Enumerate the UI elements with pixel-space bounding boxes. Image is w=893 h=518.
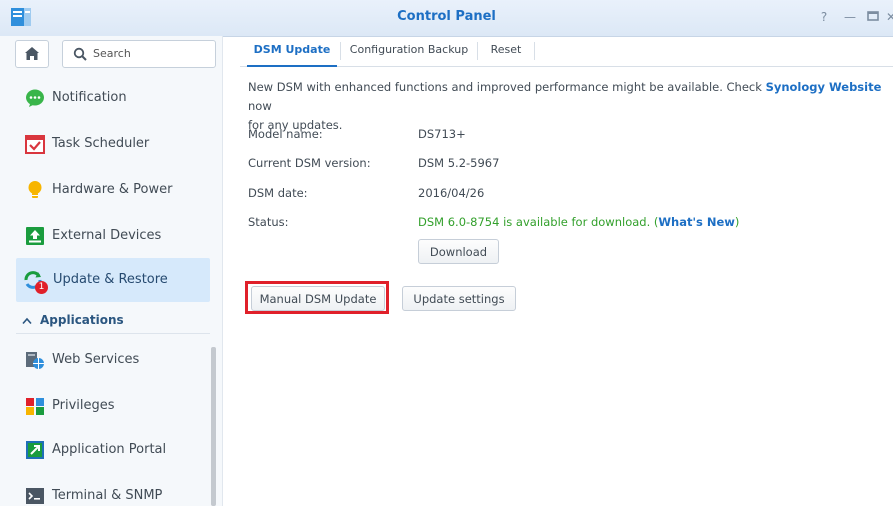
home-button[interactable] xyxy=(15,40,49,68)
sidebar-item-label: Notification xyxy=(52,90,127,105)
help-icon[interactable]: ? xyxy=(817,10,831,24)
sidebar-item-label: Application Portal xyxy=(52,442,167,457)
current-version-value: DSM 5.2-5967 xyxy=(418,156,500,170)
sidebar-item-task-scheduler[interactable]: Task Scheduler xyxy=(16,122,210,166)
tab-configuration-backup[interactable]: Configuration Backup xyxy=(346,36,472,66)
tab-divider xyxy=(477,42,478,60)
tab-divider xyxy=(534,42,535,60)
close-icon[interactable]: ✕ xyxy=(884,10,893,24)
status-text: DSM 6.0-8754 is available for download. … xyxy=(418,215,659,229)
privileges-icon xyxy=(26,398,44,415)
dsm-date-value: 2016/04/26 xyxy=(418,186,485,200)
sidebar-item-label: Task Scheduler xyxy=(52,136,150,151)
sidebar-item-privileges[interactable]: Privileges xyxy=(16,384,210,428)
sidebar: Notification Task Scheduler Hardware & P… xyxy=(0,36,223,506)
intro-sentence: New DSM with enhanced functions and impr… xyxy=(248,80,762,94)
sidebar-item-label: Update & Restore xyxy=(53,272,168,287)
intro-suffix: now xyxy=(248,99,272,113)
calendar-check-icon xyxy=(25,135,45,154)
dsm-date-label: DSM date: xyxy=(248,186,308,200)
sidebar-scrollbar[interactable] xyxy=(211,347,216,506)
status-label: Status: xyxy=(248,215,289,229)
current-version-label: Current DSM version: xyxy=(248,156,371,170)
update-badge: 1 xyxy=(35,281,48,294)
home-icon xyxy=(25,47,39,60)
whats-new-link[interactable]: What's New xyxy=(658,215,735,229)
sidebar-item-label: Terminal & SNMP xyxy=(52,488,163,503)
sidebar-item-label: Hardware & Power xyxy=(52,182,173,197)
update-settings-button[interactable]: Update settings xyxy=(402,286,516,311)
maximize-icon[interactable] xyxy=(866,10,880,24)
sidebar-item-label: Privileges xyxy=(52,398,115,413)
sidebar-item-application-portal[interactable]: Application Portal xyxy=(16,428,210,472)
model-name-value: DS713+ xyxy=(418,127,466,141)
model-name-label: Model name: xyxy=(248,127,323,141)
sidebar-item-notification[interactable]: Notification xyxy=(16,76,210,120)
chevron-up-icon xyxy=(22,317,32,325)
sidebar-item-web-services[interactable]: Web Services xyxy=(16,338,210,382)
sidebar-item-label: External Devices xyxy=(52,228,162,243)
search-box[interactable] xyxy=(62,40,216,68)
sidebar-item-label: Web Services xyxy=(52,352,140,367)
tab-bar: DSM Update Configuration Backup Reset xyxy=(240,36,893,67)
window-title: Control Panel xyxy=(397,9,496,24)
notification-icon xyxy=(26,89,44,107)
intro-text: New DSM with enhanced functions and impr… xyxy=(248,78,884,135)
sidebar-item-external-devices[interactable]: External Devices xyxy=(16,214,210,258)
section-label: Applications xyxy=(40,313,124,327)
tab-divider xyxy=(340,42,341,60)
sidebar-item-hardware-power[interactable]: Hardware & Power xyxy=(16,168,210,212)
external-device-icon xyxy=(26,227,44,245)
search-icon xyxy=(73,47,87,61)
title-bar: Control Panel ? — ✕ xyxy=(0,0,893,37)
sidebar-item-update-restore[interactable]: 1 Update & Restore xyxy=(16,258,210,302)
sidebar-item-terminal-snmp[interactable]: Terminal & SNMP xyxy=(16,474,210,518)
search-input[interactable] xyxy=(93,45,208,62)
terminal-icon xyxy=(26,488,44,504)
minimize-icon[interactable]: — xyxy=(843,10,857,24)
download-button[interactable]: Download xyxy=(418,239,499,264)
lightbulb-icon xyxy=(28,181,42,198)
highlight-box xyxy=(245,281,389,314)
tab-dsm-update[interactable]: DSM Update xyxy=(247,36,337,67)
synology-website-link[interactable]: Synology Website xyxy=(766,80,882,94)
application-portal-icon xyxy=(26,441,44,459)
tab-reset[interactable]: Reset xyxy=(484,36,528,66)
web-services-icon xyxy=(26,352,44,369)
section-applications[interactable]: Applications xyxy=(16,311,210,334)
status-value: DSM 6.0-8754 is available for download. … xyxy=(418,215,739,229)
status-close: ) xyxy=(734,215,740,229)
